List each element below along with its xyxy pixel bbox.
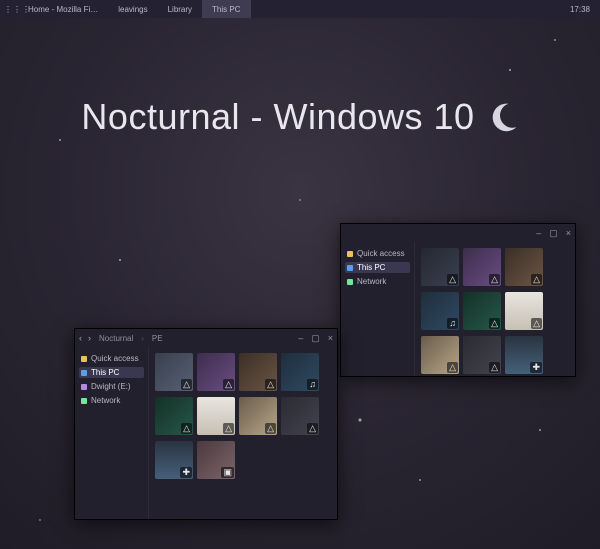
sidebar-item-label: This PC xyxy=(91,368,119,377)
file-thumb[interactable]: △ xyxy=(421,336,459,374)
nav-forward-button[interactable]: › xyxy=(88,333,91,343)
sidebar-item-this-pc[interactable]: This PC xyxy=(345,262,410,273)
thumb-image xyxy=(463,248,501,286)
file-thumb[interactable]: △ xyxy=(463,336,501,374)
sidebar-item-label: This PC xyxy=(357,263,385,272)
thumb-image xyxy=(505,336,543,374)
file-thumb[interactable]: ♫ xyxy=(421,292,459,330)
thumb-image xyxy=(239,397,277,435)
sidebar-item-this-pc[interactable]: This PC xyxy=(79,367,144,378)
breadcrumb[interactable]: Nocturnal › PE xyxy=(99,334,163,343)
close-button[interactable]: × xyxy=(328,333,333,344)
maximize-button[interactable]: ▢ xyxy=(311,333,320,344)
sidebar-item-quick-access[interactable]: Quick access xyxy=(345,248,410,259)
file-thumb[interactable]: △ xyxy=(197,353,235,391)
minimize-button[interactable]: – xyxy=(536,228,541,239)
file-thumb[interactable]: △ xyxy=(155,353,193,391)
sidebar: Quick access This PC Dwight (E:) Network xyxy=(75,347,149,519)
thumb-image xyxy=(281,397,319,435)
sidebar-item-network[interactable]: Network xyxy=(345,276,410,287)
thumb-image xyxy=(197,353,235,391)
file-thumb[interactable]: △ xyxy=(421,248,459,286)
maximize-button[interactable]: ▢ xyxy=(549,228,558,239)
thumbnail-grid: △ △ △ ♫ △ △ △ △ ✚ xyxy=(415,242,575,376)
breadcrumb-segment[interactable]: Nocturnal xyxy=(99,334,133,343)
network-icon xyxy=(81,398,87,404)
taskbar-item-0[interactable]: Home - Mozilla Fi… xyxy=(18,0,108,18)
app-launcher-icon[interactable]: ⋮⋮⋮ xyxy=(4,5,18,14)
thumb-image xyxy=(505,248,543,286)
file-thumb[interactable]: △ xyxy=(197,397,235,435)
taskbar-item-label: Home - Mozilla Fi… xyxy=(28,5,98,14)
breadcrumb-sep: › xyxy=(141,334,144,343)
taskbar-item-label: leavings xyxy=(118,5,147,14)
thumb-image xyxy=(421,248,459,286)
file-thumb[interactable]: △ xyxy=(463,248,501,286)
thumb-image xyxy=(197,441,235,479)
hero-title-row: Nocturnal - Windows 10 xyxy=(0,96,600,138)
minimize-button[interactable]: – xyxy=(298,333,303,344)
star-icon xyxy=(81,356,87,362)
taskbar-item-label: This PC xyxy=(212,5,240,14)
star-icon xyxy=(347,251,353,257)
close-button[interactable]: × xyxy=(566,228,571,239)
thumb-image xyxy=(421,336,459,374)
file-thumb[interactable]: ♫ xyxy=(281,353,319,391)
thumb-image xyxy=(421,292,459,330)
taskbar-item-3[interactable]: This PC xyxy=(202,0,250,18)
file-thumb[interactable]: △ xyxy=(463,292,501,330)
file-thumb[interactable]: ✚ xyxy=(155,441,193,479)
file-thumb[interactable]: △ xyxy=(155,397,193,435)
file-thumb[interactable]: ▣ xyxy=(197,441,235,479)
network-icon xyxy=(347,279,353,285)
thumb-image xyxy=(463,292,501,330)
hero-title: Nocturnal - Windows 10 xyxy=(81,96,474,138)
sidebar-item-quick-access[interactable]: Quick access xyxy=(79,353,144,364)
sidebar-item-drive[interactable]: Dwight (E:) xyxy=(79,381,144,392)
taskbar-item-label: Library xyxy=(168,5,192,14)
sidebar: Quick access This PC Network xyxy=(341,242,415,376)
titlebar[interactable]: – ▢ × xyxy=(341,224,575,242)
sidebar-item-network[interactable]: Network xyxy=(79,395,144,406)
moon-icon xyxy=(485,100,519,134)
pc-icon xyxy=(81,370,87,376)
taskbar-item-2[interactable]: Library xyxy=(158,0,202,18)
file-thumb[interactable]: ✚ xyxy=(505,336,543,374)
pc-icon xyxy=(347,265,353,271)
thumb-image xyxy=(281,353,319,391)
clock-text: 17:38 xyxy=(570,5,590,14)
taskbar-clock[interactable]: 17:38 xyxy=(564,5,596,14)
file-explorer-window-2[interactable]: – ▢ × Quick access This PC Network △ △ △… xyxy=(340,223,576,377)
sidebar-item-label: Dwight (E:) xyxy=(91,382,131,391)
taskbar-item-1[interactable]: leavings xyxy=(108,0,157,18)
file-thumb[interactable]: △ xyxy=(239,397,277,435)
thumbnail-grid: △ △ △ ♫ △ △ △ △ ✚ ▣ xyxy=(149,347,337,519)
thumb-image xyxy=(155,397,193,435)
breadcrumb-segment[interactable]: PE xyxy=(152,334,163,343)
nav-buttons: ‹ › xyxy=(79,333,91,343)
taskbar: ⋮⋮⋮ Home - Mozilla Fi… leavings Library … xyxy=(0,0,600,18)
window-body: Quick access This PC Network △ △ △ ♫ △ △… xyxy=(341,242,575,376)
file-thumb[interactable]: △ xyxy=(239,353,277,391)
window-body: Quick access This PC Dwight (E:) Network… xyxy=(75,347,337,519)
thumb-image xyxy=(505,292,543,330)
thumb-image xyxy=(155,441,193,479)
sidebar-item-label: Quick access xyxy=(91,354,139,363)
file-explorer-window-1[interactable]: ‹ › Nocturnal › PE – ▢ × Quick access Th… xyxy=(74,328,338,520)
titlebar[interactable]: ‹ › Nocturnal › PE – ▢ × xyxy=(75,329,337,347)
nav-back-button[interactable]: ‹ xyxy=(79,333,82,343)
sidebar-item-label: Quick access xyxy=(357,249,405,258)
window-controls: – ▢ × xyxy=(298,333,333,344)
thumb-image xyxy=(239,353,277,391)
file-thumb[interactable]: △ xyxy=(505,292,543,330)
file-thumb[interactable]: △ xyxy=(505,248,543,286)
thumb-image xyxy=(463,336,501,374)
sidebar-item-label: Network xyxy=(91,396,120,405)
drive-icon xyxy=(81,384,87,390)
file-thumb[interactable]: △ xyxy=(281,397,319,435)
thumb-image xyxy=(197,397,235,435)
thumb-image xyxy=(155,353,193,391)
window-controls: – ▢ × xyxy=(536,228,571,239)
sidebar-item-label: Network xyxy=(357,277,386,286)
